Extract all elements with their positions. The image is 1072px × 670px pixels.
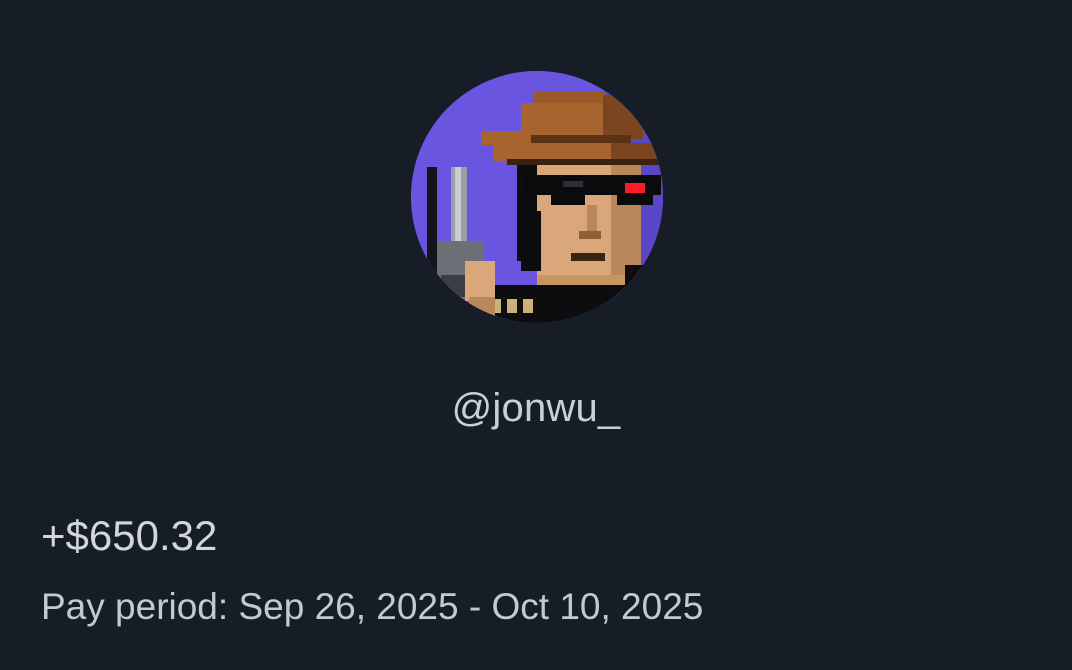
profile-handle[interactable]: @jonwu_ [0, 380, 1072, 436]
pay-period-label: Pay period: [41, 586, 229, 627]
pay-period-separator: - [468, 586, 482, 627]
avatar[interactable] [411, 71, 663, 323]
pixel-cowboy-avatar-icon [411, 71, 663, 323]
pay-period-end: Oct 10, 2025 [491, 586, 704, 627]
pay-period: Pay period: Sep 26, 2025 - Oct 10, 2025 [41, 581, 703, 633]
pay-period-start: Sep 26, 2025 [238, 586, 459, 627]
earnings-amount: +$650.32 [41, 512, 218, 559]
